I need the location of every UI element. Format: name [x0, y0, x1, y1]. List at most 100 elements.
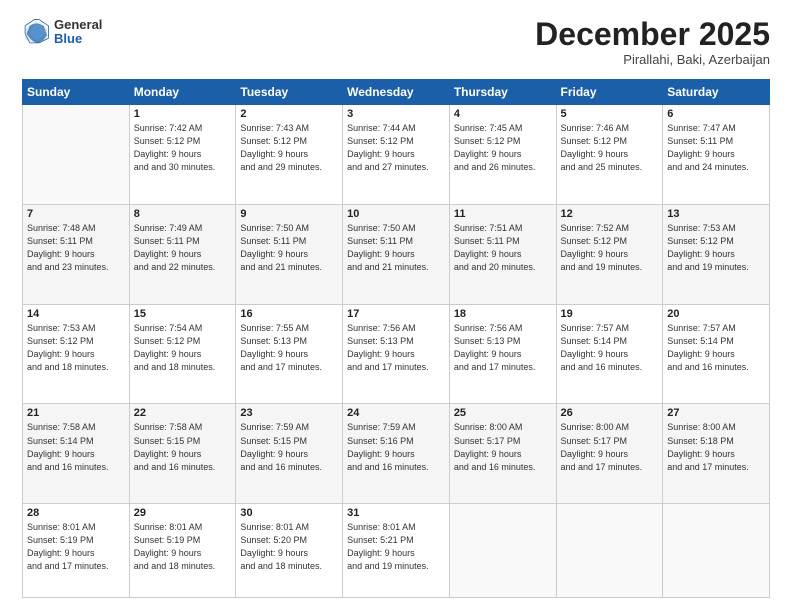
day-number: 28: [27, 507, 125, 519]
cell-content: Sunrise: 8:01 AMSunset: 5:21 PMDaylight:…: [347, 521, 445, 573]
cell-content: Sunrise: 8:00 AMSunset: 5:17 PMDaylight:…: [454, 421, 552, 473]
day-number: 27: [667, 407, 765, 419]
location: Pirallahi, Baki, Azerbaijan: [535, 52, 770, 67]
cell-content: Sunrise: 7:57 AMSunset: 5:14 PMDaylight:…: [561, 322, 659, 374]
table-row: 24Sunrise: 7:59 AMSunset: 5:16 PMDayligh…: [343, 404, 450, 504]
table-row: 22 Sunrise: 7:58 AMSunset: 5:15 PMDayligh…: [129, 404, 236, 504]
day-number: 21: [27, 407, 125, 419]
day-number: 15: [134, 308, 232, 320]
table-row: 9 Sunrise: 7:50 AMSunset: 5:11 PMDaylight…: [236, 204, 343, 304]
col-thursday: Thursday: [449, 80, 556, 105]
day-number: 8: [134, 208, 232, 220]
day-number: 25: [454, 407, 552, 419]
table-row: 5 Sunrise: 7:46 AMSunset: 5:12 PMDaylight…: [556, 105, 663, 205]
table-row: 27 Sunrise: 8:00 AMSunset: 5:18 PMDayligh…: [663, 404, 770, 504]
cell-content: Sunrise: 7:52 AMSunset: 5:12 PMDaylight:…: [561, 222, 659, 274]
month-title: December 2025: [535, 18, 770, 50]
table-row: 4Sunrise: 7:45 AMSunset: 5:12 PMDaylight…: [449, 105, 556, 205]
table-row: 19Sunrise: 7:57 AMSunset: 5:14 PMDayligh…: [556, 304, 663, 404]
cell-content: Sunrise: 7:51 AMSunset: 5:11 PMDaylight:…: [454, 222, 552, 274]
cell-content: Sunrise: 7:53 AMSunset: 5:12 PMDaylight:…: [27, 322, 125, 374]
table-row: 8Sunrise: 7:49 AMSunset: 5:11 PMDaylight…: [129, 204, 236, 304]
cell-content: Sunrise: 7:44 AMSunset: 5:12 PMDaylight:…: [347, 122, 445, 174]
day-number: 9: [240, 208, 338, 220]
cell-content: Sunrise: 8:01 AMSunset: 5:19 PMDaylight:…: [27, 521, 125, 573]
cell-content: Sunrise: 7:58 AMSunset: 5:14 PMDaylight:…: [27, 421, 125, 473]
cell-content: Sunrise: 8:01 AMSunset: 5:20 PMDaylight:…: [240, 521, 338, 573]
day-number: 17: [347, 308, 445, 320]
cell-content: Sunrise: 7:42 AMSunset: 5:12 PMDaylight:…: [134, 122, 232, 174]
cell-content: Sunrise: 7:58 AMSunset: 5:15 PMDaylight:…: [134, 421, 232, 473]
table-row: 14 Sunrise: 7:53 AMSunset: 5:12 PMDayligh…: [23, 304, 130, 404]
page: General Blue December 2025 Pirallahi, Ba…: [0, 0, 792, 612]
cell-content: Sunrise: 7:57 AMSunset: 5:14 PMDaylight:…: [667, 322, 765, 374]
table-row: [663, 504, 770, 598]
table-row: 1 Sunrise: 7:42 AMSunset: 5:12 PMDaylight…: [129, 105, 236, 205]
cell-content: Sunrise: 7:54 AMSunset: 5:12 PMDaylight:…: [134, 322, 232, 374]
table-row: 20Sunrise: 7:57 AMSunset: 5:14 PMDayligh…: [663, 304, 770, 404]
day-number: 5: [561, 108, 659, 120]
cell-content: Sunrise: 7:48 AMSunset: 5:11 PMDaylight:…: [27, 222, 125, 274]
table-row: [23, 105, 130, 205]
table-row: 23 Sunrise: 7:59 AMSunset: 5:15 PMDayligh…: [236, 404, 343, 504]
logo-icon: [22, 18, 50, 46]
title-block: December 2025 Pirallahi, Baki, Azerbaija…: [535, 18, 770, 67]
table-row: 11 Sunrise: 7:51 AMSunset: 5:11 PMDayligh…: [449, 204, 556, 304]
table-row: 25 Sunrise: 8:00 AMSunset: 5:17 PMDayligh…: [449, 404, 556, 504]
col-monday: Monday: [129, 80, 236, 105]
cell-content: Sunrise: 8:01 AMSunset: 5:19 PMDaylight:…: [134, 521, 232, 573]
table-row: 12 Sunrise: 7:52 AMSunset: 5:12 PMDayligh…: [556, 204, 663, 304]
table-row: [449, 504, 556, 598]
logo-text: General Blue: [54, 18, 102, 47]
cell-content: Sunrise: 7:53 AMSunset: 5:12 PMDaylight:…: [667, 222, 765, 274]
day-number: 1: [134, 108, 232, 120]
cell-content: Sunrise: 8:00 AMSunset: 5:18 PMDaylight:…: [667, 421, 765, 473]
calendar-header-row: Sunday Monday Tuesday Wednesday Thursday…: [23, 80, 770, 105]
logo: General Blue: [22, 18, 102, 47]
day-number: 11: [454, 208, 552, 220]
cell-content: Sunrise: 7:43 AMSunset: 5:12 PMDaylight:…: [240, 122, 338, 174]
table-row: 16Sunrise: 7:55 AMSunset: 5:13 PMDayligh…: [236, 304, 343, 404]
day-number: 22: [134, 407, 232, 419]
col-saturday: Saturday: [663, 80, 770, 105]
table-row: [556, 504, 663, 598]
table-row: 21 Sunrise: 7:58 AMSunset: 5:14 PMDayligh…: [23, 404, 130, 504]
col-sunday: Sunday: [23, 80, 130, 105]
day-number: 18: [454, 308, 552, 320]
header: General Blue December 2025 Pirallahi, Ba…: [22, 18, 770, 67]
day-number: 7: [27, 208, 125, 220]
table-row: 3 Sunrise: 7:44 AMSunset: 5:12 PMDaylight…: [343, 105, 450, 205]
table-row: 18Sunrise: 7:56 AMSunset: 5:13 PMDayligh…: [449, 304, 556, 404]
col-tuesday: Tuesday: [236, 80, 343, 105]
day-number: 29: [134, 507, 232, 519]
day-number: 14: [27, 308, 125, 320]
cell-content: Sunrise: 7:46 AMSunset: 5:12 PMDaylight:…: [561, 122, 659, 174]
day-number: 4: [454, 108, 552, 120]
table-row: 17Sunrise: 7:56 AMSunset: 5:13 PMDayligh…: [343, 304, 450, 404]
cell-content: Sunrise: 7:47 AMSunset: 5:11 PMDaylight:…: [667, 122, 765, 174]
table-row: 28 Sunrise: 8:01 AMSunset: 5:19 PMDayligh…: [23, 504, 130, 598]
day-number: 2: [240, 108, 338, 120]
day-number: 26: [561, 407, 659, 419]
day-number: 3: [347, 108, 445, 120]
table-row: 7 Sunrise: 7:48 AMSunset: 5:11 PMDaylight…: [23, 204, 130, 304]
day-number: 31: [347, 507, 445, 519]
cell-content: Sunrise: 7:50 AMSunset: 5:11 PMDaylight:…: [240, 222, 338, 274]
logo-general-text: General: [54, 18, 102, 32]
day-number: 24: [347, 407, 445, 419]
table-row: 13 Sunrise: 7:53 AMSunset: 5:12 PMDayligh…: [663, 204, 770, 304]
day-number: 23: [240, 407, 338, 419]
day-number: 12: [561, 208, 659, 220]
day-number: 16: [240, 308, 338, 320]
calendar-table: Sunday Monday Tuesday Wednesday Thursday…: [22, 79, 770, 598]
col-friday: Friday: [556, 80, 663, 105]
table-row: 6 Sunrise: 7:47 AMSunset: 5:11 PMDaylight…: [663, 105, 770, 205]
day-number: 6: [667, 108, 765, 120]
cell-content: Sunrise: 7:59 AMSunset: 5:15 PMDaylight:…: [240, 421, 338, 473]
cell-content: Sunrise: 8:00 AMSunset: 5:17 PMDaylight:…: [561, 421, 659, 473]
day-number: 30: [240, 507, 338, 519]
table-row: 2 Sunrise: 7:43 AMSunset: 5:12 PMDaylight…: [236, 105, 343, 205]
table-row: 30 Sunrise: 8:01 AMSunset: 5:20 PMDayligh…: [236, 504, 343, 598]
table-row: 10Sunrise: 7:50 AMSunset: 5:11 PMDayligh…: [343, 204, 450, 304]
day-number: 13: [667, 208, 765, 220]
